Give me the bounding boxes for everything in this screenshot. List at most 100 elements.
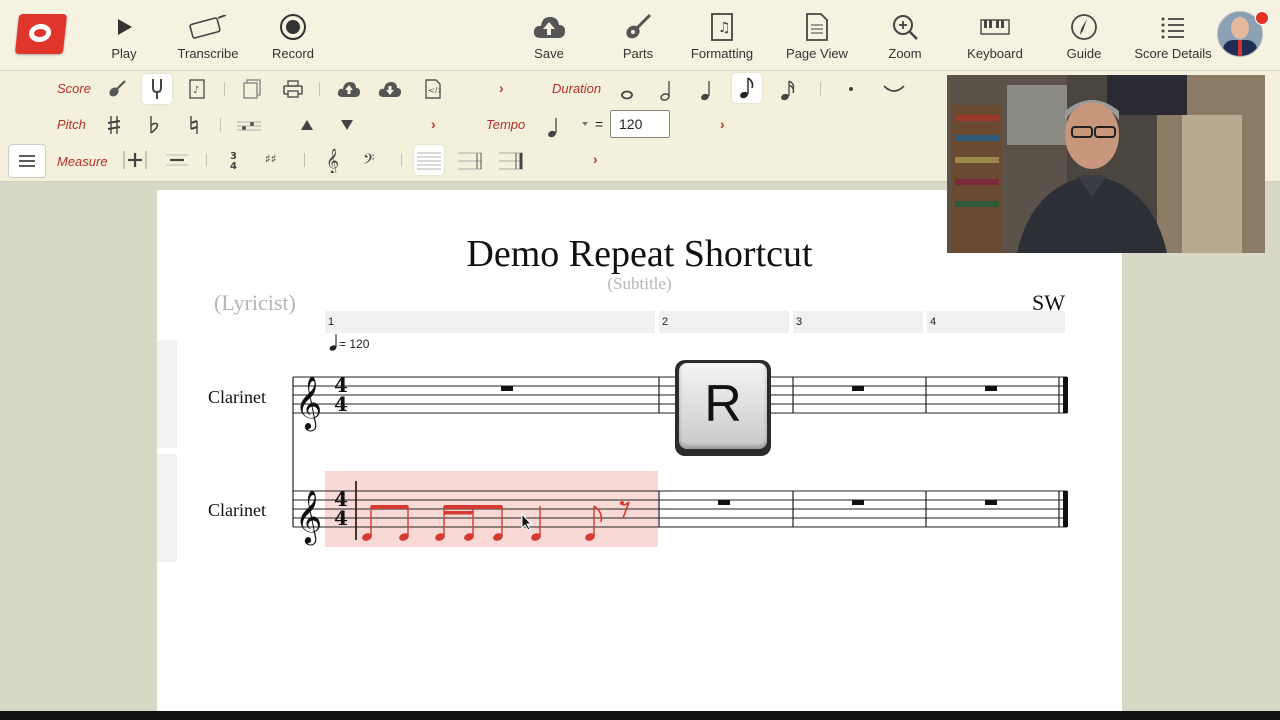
sharp-icon[interactable]	[99, 110, 129, 140]
export-code-icon[interactable]: </>	[418, 74, 448, 104]
measure-more-chevron[interactable]: ›	[593, 151, 598, 167]
play-button[interactable]: Play	[79, 10, 169, 66]
score-more-chevron[interactable]: ›	[499, 80, 504, 96]
tuning-fork-icon[interactable]	[142, 74, 172, 104]
keyboard-button[interactable]: Keyboard	[950, 10, 1040, 66]
app-logo[interactable]	[14, 14, 68, 54]
page-view-button[interactable]: Page View	[772, 10, 862, 66]
cloud-upload-icon	[504, 10, 594, 44]
svg-text:𝄢: 𝄢	[363, 151, 375, 171]
zoom-in-icon	[860, 10, 950, 44]
pitch-down-icon[interactable]	[332, 110, 362, 140]
hamburger-icon	[19, 155, 35, 167]
parts-label: Parts	[622, 46, 654, 61]
whole-note-icon[interactable]	[612, 75, 642, 105]
svg-text:♫: ♫	[718, 20, 731, 36]
record-icon	[248, 10, 338, 44]
score-section-label: Score	[57, 81, 91, 96]
tie-icon[interactable]	[879, 74, 909, 104]
save-button[interactable]: Save	[504, 10, 594, 66]
bass-clef-icon[interactable]: 𝄢	[358, 145, 388, 175]
tempo-note-icon[interactable]	[538, 112, 568, 142]
score-details-button[interactable]: Score Details	[1128, 10, 1218, 66]
treble-clef-1: 𝄞	[295, 375, 322, 431]
cloud-upload-small-icon[interactable]	[334, 74, 364, 104]
notification-badge	[1255, 11, 1269, 25]
formatting-button[interactable]: ♫ Formatting	[677, 10, 767, 66]
keyboard-label: Keyboard	[967, 46, 1023, 61]
transpose-notes-icon[interactable]	[234, 110, 264, 140]
keyboard-pen-icon	[163, 10, 253, 44]
tempo-section-label: Tempo	[486, 117, 526, 132]
record-label: Record	[272, 46, 314, 61]
svg-text:♯♯: ♯♯	[265, 152, 277, 166]
time-signature-1: 4 4	[334, 373, 348, 416]
compass-icon	[1039, 10, 1129, 44]
dot-icon[interactable]	[836, 74, 866, 104]
tempo-input[interactable]	[610, 110, 670, 138]
pitch-up-icon[interactable]	[292, 110, 322, 140]
save-label: Save	[534, 46, 564, 61]
quarter-note-icon[interactable]	[692, 75, 722, 105]
treble-clef-icon[interactable]: 𝄞	[318, 145, 348, 175]
print-icon[interactable]	[278, 74, 308, 104]
guitar-icon	[593, 10, 683, 44]
webcam-overlay	[947, 75, 1265, 253]
final-barline-icon[interactable]	[496, 145, 526, 175]
score-details-label: Score Details	[1134, 46, 1212, 61]
keyboard-shortcut-overlay: R	[675, 360, 771, 456]
tempo-equals: =	[595, 116, 604, 132]
treble-clef-2: 𝄞	[295, 489, 322, 545]
cloud-download-icon[interactable]	[375, 74, 405, 104]
transcribe-label: Transcribe	[177, 46, 239, 61]
parts-button[interactable]: Parts	[593, 10, 683, 66]
tempo-more-chevron[interactable]: ›	[720, 116, 725, 132]
add-measure-icon[interactable]	[120, 145, 150, 175]
zoom-label: Zoom	[888, 46, 922, 61]
main-toolbar: Play Transcribe Record Save Parts ♫ Form…	[0, 0, 1280, 71]
normal-barline-icon[interactable]	[414, 145, 444, 175]
time-signature-icon[interactable]: 34	[220, 145, 250, 175]
bottom-edge	[0, 711, 1280, 720]
hamburger-menu-button[interactable]	[8, 144, 46, 178]
mouse-pointer	[521, 512, 533, 536]
natural-icon[interactable]	[179, 110, 209, 140]
final-barline	[1063, 377, 1068, 527]
formatting-label: Formatting	[690, 46, 754, 61]
eighth-note-icon[interactable]	[732, 73, 762, 103]
svg-text:♪: ♪	[193, 85, 199, 96]
sixteenth-note-icon[interactable]	[773, 75, 803, 105]
time-signature-2: 4 4	[334, 487, 348, 530]
svg-text:4: 4	[334, 392, 348, 416]
svg-text:4: 4	[230, 161, 237, 171]
guide-label: Guide	[1066, 46, 1102, 61]
music-doc-small-icon[interactable]: ♪	[182, 74, 212, 104]
svg-text:</>: </>	[428, 86, 441, 95]
svg-text:4: 4	[334, 506, 348, 530]
measure-section-label: Measure	[57, 154, 108, 169]
svg-text:𝄞: 𝄞	[326, 148, 339, 173]
transcribe-button[interactable]: Transcribe	[163, 10, 253, 66]
pitch-section-label: Pitch	[57, 117, 86, 132]
guide-button[interactable]: Guide	[1039, 10, 1129, 66]
score-page[interactable]: Demo Repeat Shortcut (Subtitle) (Lyricis…	[157, 190, 1122, 720]
double-barline-icon[interactable]	[455, 145, 485, 175]
flat-icon[interactable]	[139, 110, 169, 140]
page-view-label: Page View	[786, 46, 848, 61]
list-icon	[1128, 10, 1218, 44]
duration-section-label: Duration	[552, 81, 602, 96]
rests-staff-2	[718, 500, 997, 505]
remove-measure-icon[interactable]	[162, 145, 192, 175]
key-signature-icon[interactable]: ♯♯	[261, 145, 291, 175]
half-note-icon[interactable]	[652, 75, 682, 105]
record-button[interactable]: Record	[248, 10, 338, 66]
zoom-button[interactable]: Zoom	[860, 10, 950, 66]
page-icon	[772, 10, 862, 44]
copy-page-icon[interactable]	[237, 74, 267, 104]
instrument-guitar-icon[interactable]	[102, 74, 132, 104]
piano-icon	[950, 10, 1040, 44]
pitch-more-chevron[interactable]: ›	[431, 116, 436, 132]
key-label: R	[704, 375, 742, 433]
music-doc-icon: ♫	[677, 10, 767, 44]
play-label: Play	[111, 46, 137, 61]
